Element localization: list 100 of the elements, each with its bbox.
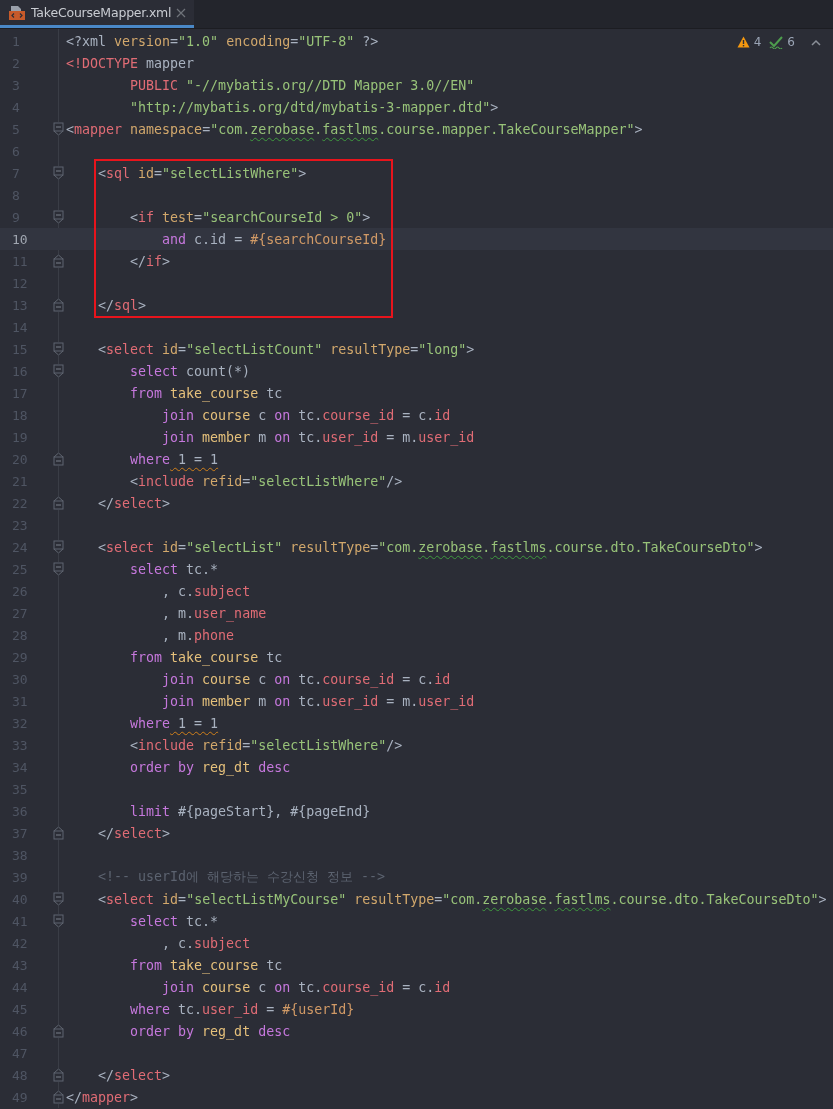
code-text: =	[265, 1001, 275, 1017]
sql-keyword: select	[129, 363, 179, 379]
sql-keyword: join	[161, 979, 195, 995]
tag-name: PUBLIC	[129, 77, 179, 93]
code-text: =	[154, 165, 163, 181]
fold-end-icon[interactable]	[53, 1068, 64, 1082]
sql-keyword: from	[129, 957, 163, 973]
xml-file-icon	[8, 4, 26, 21]
sql-keyword: on	[273, 979, 291, 995]
code-text: tc.	[297, 693, 323, 709]
fold-start-icon[interactable]	[53, 210, 64, 224]
attribute-name: id	[161, 891, 179, 907]
chevron-up-icon[interactable]	[811, 38, 821, 46]
code-text: <	[97, 165, 107, 181]
sql-keyword: select	[129, 561, 179, 577]
fold-end-icon[interactable]	[53, 1024, 64, 1038]
string-literal: "-//mybatis.org//DTD Mapper 3.0//EN"	[185, 77, 475, 93]
fold-start-icon[interactable]	[53, 892, 64, 906]
code-text: tc.	[297, 979, 323, 995]
tag-name: select	[114, 1067, 163, 1083]
column-name: course_id	[322, 979, 395, 995]
code-text: <	[129, 473, 139, 489]
string-literal: "UTF-8"	[298, 33, 355, 49]
column-name: course_id	[322, 407, 395, 423]
close-icon[interactable]	[176, 7, 187, 18]
string-literal: "1.0"	[178, 33, 219, 49]
fold-end-icon[interactable]	[53, 1090, 64, 1104]
mybatis-parameter: #{searchCourseId}	[249, 231, 387, 247]
column-name: user_name	[194, 605, 267, 621]
fold-end-icon[interactable]	[53, 496, 64, 510]
column-name: id	[434, 671, 451, 687]
code-text: =	[194, 209, 203, 225]
string-literal: "searchCourseId > 0"	[202, 209, 363, 225]
column-name: user_id	[202, 1001, 259, 1017]
code-text: tc.	[177, 1001, 203, 1017]
fold-start-icon[interactable]	[53, 562, 64, 576]
string-literal: "selectListMyCourse"	[186, 891, 347, 907]
code-text: c.id =	[193, 231, 243, 247]
column-name: user_id	[418, 693, 475, 709]
code-text: =	[202, 121, 211, 137]
code-text: <	[97, 891, 107, 907]
warning-icon	[736, 36, 750, 48]
column-name: subject	[194, 935, 251, 951]
code-text: =	[370, 539, 379, 555]
code-text: = m.	[385, 693, 419, 709]
code-text: =	[290, 33, 299, 49]
code-text: =	[170, 33, 179, 49]
sql-keyword: from	[129, 385, 163, 401]
code-text: tc.	[297, 671, 323, 687]
sql-keyword: join	[161, 407, 195, 423]
code-text: m	[257, 693, 267, 709]
code-text: c	[257, 671, 267, 687]
string-literal: .course.mapper.TakeCourseMapper"	[378, 121, 635, 137]
code-text: <	[129, 209, 139, 225]
string-literal: .	[482, 539, 491, 555]
tag-name: select	[106, 341, 155, 357]
table-name: member	[201, 429, 251, 445]
string-literal: "com.	[210, 121, 251, 137]
table-name: take_course	[169, 385, 259, 401]
attribute-name: test	[161, 209, 195, 225]
table-name: take_course	[169, 649, 259, 665]
code-text: tc	[265, 957, 283, 973]
tag-name: if	[146, 253, 163, 269]
fold-start-icon[interactable]	[53, 122, 64, 136]
tag-name: include	[138, 473, 195, 489]
fold-end-icon[interactable]	[53, 452, 64, 466]
code-text: ?>	[361, 33, 379, 49]
code-text: tc.*	[185, 913, 219, 929]
code-text: >	[162, 253, 171, 269]
mybatis-parameter: #{userId}	[281, 1001, 355, 1017]
string-literal: .	[314, 121, 323, 137]
attribute-name: encoding	[225, 33, 291, 49]
column-name: user_id	[322, 429, 379, 445]
code-text: = c.	[401, 979, 435, 995]
string-literal: "selectListWhere"	[162, 165, 299, 181]
fold-start-icon[interactable]	[53, 166, 64, 180]
fold-start-icon[interactable]	[53, 540, 64, 554]
editor-tab[interactable]: TakeCourseMapper.xml	[0, 0, 195, 28]
code-text: = c.	[401, 407, 435, 423]
code-text: <?xml	[66, 33, 107, 49]
code-text: , c.	[161, 583, 195, 599]
fold-end-icon[interactable]	[53, 298, 64, 312]
code-text: = m.	[385, 429, 419, 445]
code-text: />	[386, 737, 403, 753]
misspelled-word: fastlms	[554, 891, 611, 907]
attribute-name: namespace	[129, 121, 203, 137]
fold-start-icon[interactable]	[53, 364, 64, 378]
tag-name: if	[138, 209, 155, 225]
fold-end-icon[interactable]	[53, 826, 64, 840]
column-name: subject	[194, 583, 251, 599]
fold-start-icon[interactable]	[53, 914, 64, 928]
code-text: >	[490, 99, 499, 115]
fold-start-icon[interactable]	[53, 342, 64, 356]
sql-keyword: order by	[129, 759, 195, 775]
typo-count: 6	[787, 35, 795, 49]
table-name: course	[201, 407, 251, 423]
code-text: tc.	[297, 429, 323, 445]
string-literal: "selectListWhere"	[250, 737, 387, 753]
fold-end-icon[interactable]	[53, 254, 64, 268]
attribute-name: refid	[201, 473, 243, 489]
